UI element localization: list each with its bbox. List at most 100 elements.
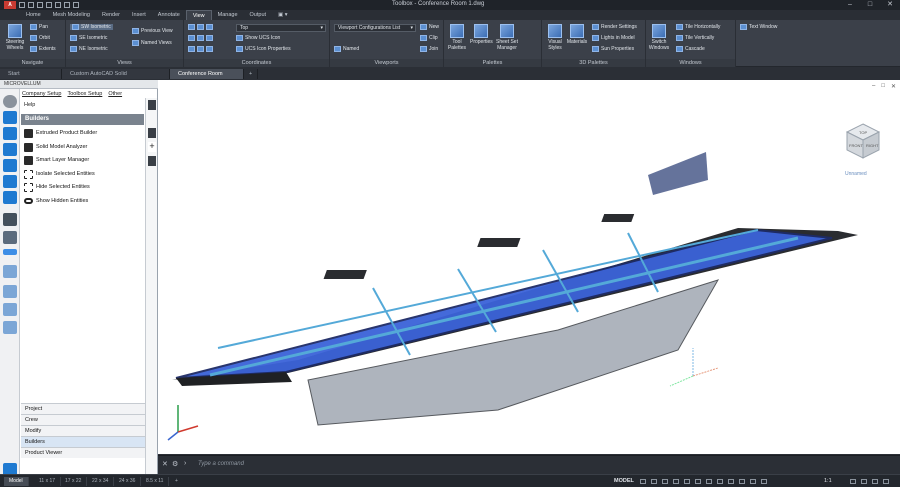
- doc-tab-start[interactable]: Start: [0, 69, 62, 79]
- arrows-icon[interactable]: [3, 249, 17, 255]
- clip-viewport-button[interactable]: Clip: [420, 35, 438, 41]
- ucs-icon-properties-button[interactable]: UCS Icon Properties: [236, 46, 291, 52]
- tile-vertically-button[interactable]: Tile Vertically: [676, 35, 714, 41]
- tab-insert[interactable]: Insert: [126, 10, 152, 20]
- palette-options-icon[interactable]: [148, 100, 156, 110]
- redo-icon[interactable]: [73, 2, 79, 8]
- transparency-icon[interactable]: [717, 479, 723, 484]
- ucs-icon-grid[interactable]: [188, 24, 213, 30]
- table-icon[interactable]: [3, 231, 17, 244]
- join-viewport-button[interactable]: Join: [420, 46, 438, 52]
- undo-icon[interactable]: [64, 2, 70, 8]
- extents-button[interactable]: Extents: [30, 46, 56, 52]
- text-window-button[interactable]: Text Window: [740, 24, 777, 30]
- named-views-button[interactable]: Named Views: [132, 40, 172, 46]
- show-ucs-icon-button[interactable]: Show UCS Icon: [236, 35, 280, 41]
- grid-icon[interactable]: [640, 479, 646, 484]
- tile-horizontally-button[interactable]: Tile Horizontally: [676, 24, 720, 30]
- osnap-icon[interactable]: [684, 479, 690, 484]
- command-close-icon[interactable]: ✕: [162, 460, 168, 468]
- open-file-icon[interactable]: [28, 2, 34, 8]
- section-builders[interactable]: Builders: [21, 436, 145, 447]
- ucs-dropdown[interactable]: Top: [236, 24, 326, 32]
- sheet-set-manager-button[interactable]: Sheet Set Manager: [496, 24, 518, 51]
- gizmo-icon[interactable]: [739, 479, 745, 484]
- ne-isometric-button[interactable]: NE Isometric: [70, 46, 108, 52]
- customize-menu-icon[interactable]: [883, 479, 889, 484]
- tool-palettes-button[interactable]: Tool Palettes: [446, 24, 468, 51]
- lineweight-icon[interactable]: [706, 479, 712, 484]
- model-viewport[interactable]: – □ ✕ TOP FRONT RIGHT Unnamed: [158, 80, 900, 454]
- orbit-button[interactable]: Orbit: [30, 35, 50, 41]
- section-modify[interactable]: Modify: [21, 425, 145, 436]
- ucs-icon-grid-2[interactable]: [188, 35, 213, 41]
- palette-tool-icon[interactable]: [148, 128, 156, 138]
- new-viewport-button[interactable]: New: [420, 24, 439, 30]
- layout-tab-11x17[interactable]: 11 x 17: [34, 477, 62, 486]
- isolate-objects-icon[interactable]: [850, 479, 856, 484]
- menu-other[interactable]: Other: [108, 91, 122, 97]
- command-input[interactable]: Type a command: [198, 461, 244, 467]
- brush-icon[interactable]: [3, 111, 17, 124]
- se-isometric-button[interactable]: SE Isometric: [70, 35, 107, 41]
- hardware-acceleration-icon[interactable]: [861, 479, 867, 484]
- save-as-icon[interactable]: [46, 2, 52, 8]
- steering-wheels-button[interactable]: Steering Wheels: [4, 24, 26, 51]
- printer-icon[interactable]: [3, 213, 17, 226]
- cascade-button[interactable]: Cascade: [676, 46, 705, 52]
- ucs-name-dropdown[interactable]: Unnamed: [845, 171, 867, 177]
- workspace-icon[interactable]: [761, 479, 767, 484]
- section-product-viewer[interactable]: Product Viewer: [21, 447, 145, 458]
- layout-tab-24x36[interactable]: 24 x 36: [114, 477, 142, 486]
- switch-windows-button[interactable]: Switch Windows: [648, 24, 670, 51]
- model-space-toggle[interactable]: MODEL: [614, 478, 634, 484]
- doc-tab-solid-examples[interactable]: Custom AutoCAD Solid Examples*✕: [62, 69, 170, 87]
- menu-company-setup[interactable]: Company Setup: [22, 91, 61, 97]
- cube-icon[interactable]: [3, 143, 17, 156]
- minimize-button[interactable]: –: [840, 0, 860, 10]
- annotation-visibility-icon[interactable]: [750, 479, 756, 484]
- palette-tool-icon-2[interactable]: [148, 156, 156, 166]
- render-settings-button[interactable]: Render Settings: [592, 24, 637, 30]
- help-link[interactable]: Help: [24, 102, 35, 108]
- sw-isometric-button[interactable]: SW Isometric: [70, 24, 113, 30]
- doc-tab-conference-room[interactable]: Conference Room 1*✕: [170, 69, 244, 87]
- lights-in-model-button[interactable]: Lights in Model: [592, 35, 635, 41]
- layout-tab-model[interactable]: Model: [4, 477, 29, 486]
- chat-icon[interactable]: [3, 321, 17, 334]
- materials-button[interactable]: Materials: [566, 24, 588, 45]
- selection-cycling-icon[interactable]: [728, 479, 734, 484]
- ucs-icon-grid-3[interactable]: [188, 46, 213, 52]
- tool-show-hidden-entities[interactable]: Show Hidden Entities: [24, 195, 88, 207]
- ortho-icon[interactable]: [662, 479, 668, 484]
- box-icon[interactable]: [3, 191, 17, 204]
- close-button[interactable]: ✕: [880, 0, 900, 10]
- polar-icon[interactable]: [673, 479, 679, 484]
- save-icon[interactable]: [37, 2, 43, 8]
- camera-icon[interactable]: [3, 159, 17, 172]
- tab-view[interactable]: View: [185, 10, 212, 20]
- tab-home[interactable]: Home: [20, 10, 47, 20]
- help-icon[interactable]: [3, 95, 17, 108]
- tool-hide-selected-entities[interactable]: Hide Selected Entities: [24, 181, 90, 193]
- layout-tab-22x34[interactable]: 22 x 34: [87, 477, 115, 486]
- layout-tab-8-5x11[interactable]: 8.5 x 11: [141, 477, 170, 486]
- menu-toolbox-setup[interactable]: Toolbox Setup: [67, 91, 102, 97]
- clean-screen-icon[interactable]: [872, 479, 878, 484]
- new-file-icon[interactable]: [19, 2, 25, 8]
- otrack-icon[interactable]: [695, 479, 701, 484]
- visual-styles-button[interactable]: Visual Styles: [544, 24, 566, 51]
- tab-mesh-modeling[interactable]: Mesh Modeling: [47, 10, 96, 20]
- previous-view-button[interactable]: Previous View: [132, 28, 173, 34]
- app-logo-icon[interactable]: A: [4, 1, 16, 9]
- tool-extruded-product-builder[interactable]: Extruded Product Builder: [24, 127, 97, 139]
- tool-smart-layer-manager[interactable]: Smart Layer Manager: [24, 154, 89, 166]
- new-tab-button[interactable]: +: [244, 69, 259, 79]
- print-icon[interactable]: [55, 2, 61, 8]
- tool-solid-model-analyzer[interactable]: Solid Model Analyzer: [24, 141, 87, 153]
- viewport-configurations-dropdown[interactable]: Viewport Configurations List: [334, 24, 416, 32]
- snap-icon[interactable]: [651, 479, 657, 484]
- properties-button[interactable]: Properties: [470, 24, 493, 45]
- builders-header[interactable]: Builders: [21, 114, 144, 125]
- tab-output[interactable]: Output: [244, 10, 273, 20]
